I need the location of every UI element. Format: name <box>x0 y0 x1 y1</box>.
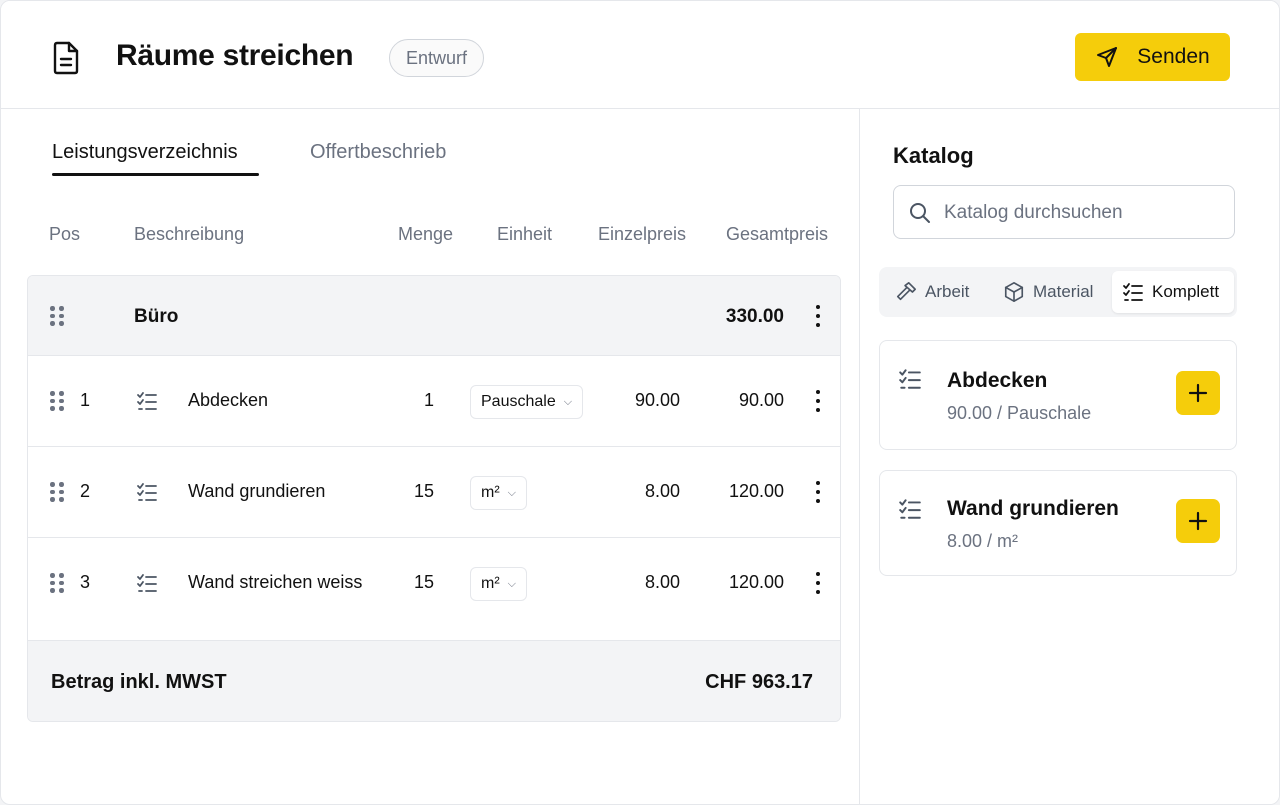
row-pos: 2 <box>80 481 91 501</box>
more-options-icon[interactable] <box>814 305 822 327</box>
row-pos: 3 <box>80 572 91 592</box>
row-total: 120.00 <box>728 572 784 592</box>
checklist-icon <box>1123 283 1143 301</box>
row-total: 90.00 <box>738 390 784 410</box>
box-icon <box>1004 282 1024 302</box>
row-total: 120.00 <box>728 481 784 501</box>
search-icon <box>910 203 930 223</box>
filter-komplett-label: Komplett <box>1152 282 1220 301</box>
catalog-search <box>893 185 1235 239</box>
catalog-item[interactable]: Abdecken 90.00 / Pauschale <box>879 340 1237 450</box>
row-unit-price[interactable]: 8.00 <box>645 572 680 593</box>
document-icon <box>53 41 79 75</box>
send-button[interactable]: Senden <box>1075 33 1230 81</box>
chevron-down-icon: ⌵ <box>507 577 516 590</box>
total-footer: Betrag inkl. MWST CHF 963.17 <box>28 641 840 721</box>
send-button-label: Senden <box>1137 45 1210 68</box>
unit-select-value: m² <box>481 484 500 501</box>
catalog-panel: Katalog Arbeit M <box>860 109 1279 804</box>
table-row: 1 Abdecken 1 Pauschale ⌵ 90.00 90.00 <box>28 356 840 447</box>
column-header-unit-price: Einzelpreis <box>598 224 687 244</box>
column-header-total: Gesamtpreis <box>726 224 829 244</box>
column-header-quantity: Menge <box>398 224 454 244</box>
row-description[interactable]: Wand streichen weiss <box>188 572 362 593</box>
plus-icon <box>1188 511 1208 531</box>
row-description[interactable]: Wand grundieren <box>188 481 325 502</box>
group-name: Büro <box>134 306 179 327</box>
unit-select-value: Pauschale <box>481 393 556 410</box>
table-row: 3 Wand streichen weiss 15 m² ⌵ 8.00 120.… <box>28 538 840 641</box>
unit-select-value: m² <box>481 575 500 592</box>
column-header-pos: Pos <box>49 224 81 244</box>
filter-material-label: Material <box>1033 282 1094 301</box>
row-unit-price[interactable]: 8.00 <box>645 481 680 502</box>
catalog-search-input[interactable] <box>944 198 1224 228</box>
catalog-title: Katalog <box>893 143 974 168</box>
page-title: Räume streichen <box>116 39 354 72</box>
drag-handle-icon[interactable] <box>50 573 64 593</box>
app-window: Räume streichen Entwurf Senden Leistungs… <box>0 0 1280 805</box>
column-header-unit: Einheit <box>497 224 553 244</box>
unit-select[interactable]: m² ⌵ <box>470 567 527 601</box>
filter-arbeit-label: Arbeit <box>925 282 970 301</box>
add-item-button[interactable] <box>1176 499 1220 543</box>
filter-arbeit[interactable]: Arbeit <box>885 271 979 313</box>
drag-handle-icon[interactable] <box>50 391 64 411</box>
header: Räume streichen Entwurf Senden <box>1 1 1279 109</box>
row-quantity[interactable]: 15 <box>394 481 434 502</box>
catalog-item-price: 90.00 / Pauschale <box>947 403 1092 423</box>
checklist-icon <box>137 392 157 410</box>
more-options-icon[interactable] <box>814 390 822 412</box>
row-description[interactable]: Abdecken <box>188 390 268 411</box>
tab-offertbeschrieb[interactable]: Offertbeschrieb <box>310 141 446 164</box>
catalog-item[interactable]: Wand grundieren 8.00 / m² <box>879 470 1237 576</box>
checklist-icon <box>899 499 921 519</box>
row-quantity[interactable]: 1 <box>394 390 434 411</box>
column-header-description: Beschreibung <box>134 224 245 244</box>
checklist-icon <box>137 574 157 592</box>
unit-select[interactable]: Pauschale ⌵ <box>470 385 584 419</box>
more-options-icon[interactable] <box>814 572 822 594</box>
group-row: Büro 330.00 <box>28 276 840 356</box>
total-label: Betrag inkl. MWST <box>51 671 227 693</box>
chevron-down-icon: ⌵ <box>507 486 516 499</box>
send-icon <box>1097 47 1118 67</box>
drag-handle-icon[interactable] <box>50 482 64 502</box>
group-total: 330.00 <box>725 306 784 327</box>
checklist-icon <box>137 483 157 501</box>
row-unit-price[interactable]: 90.00 <box>635 390 680 411</box>
catalog-item-name: Abdecken <box>947 369 1048 392</box>
filter-material[interactable]: Material <box>993 271 1103 313</box>
total-value: CHF 963.17 <box>705 671 813 693</box>
row-quantity[interactable]: 15 <box>394 572 434 593</box>
positions-table: Büro 330.00 1 Abdecken 1 Pauschale ⌵ 90.… <box>27 275 841 722</box>
main-panel: Leistungsverzeichnis Offertbeschrieb Pos… <box>1 109 859 804</box>
table-row: 2 Wand grundieren 15 m² ⌵ 8.00 120.00 <box>28 447 840 538</box>
catalog-item-name: Wand grundieren <box>947 497 1119 520</box>
tab-leistungsverzeichnis[interactable]: Leistungsverzeichnis <box>52 141 238 164</box>
unit-select[interactable]: m² ⌵ <box>470 476 527 510</box>
hammer-icon <box>896 282 916 301</box>
status-badge: Entwurf <box>389 39 485 77</box>
add-item-button[interactable] <box>1176 371 1220 415</box>
checklist-icon <box>899 369 921 389</box>
plus-icon <box>1188 383 1208 403</box>
row-pos: 1 <box>80 390 91 410</box>
catalog-filter-tabs: Arbeit Material Komplett <box>879 267 1237 317</box>
filter-komplett[interactable]: Komplett <box>1112 271 1234 313</box>
drag-handle-icon[interactable] <box>50 306 64 326</box>
catalog-item-price: 8.00 / m² <box>947 531 1019 551</box>
more-options-icon[interactable] <box>814 481 822 503</box>
active-tab-indicator <box>52 173 259 176</box>
chevron-down-icon: ⌵ <box>563 395 573 408</box>
